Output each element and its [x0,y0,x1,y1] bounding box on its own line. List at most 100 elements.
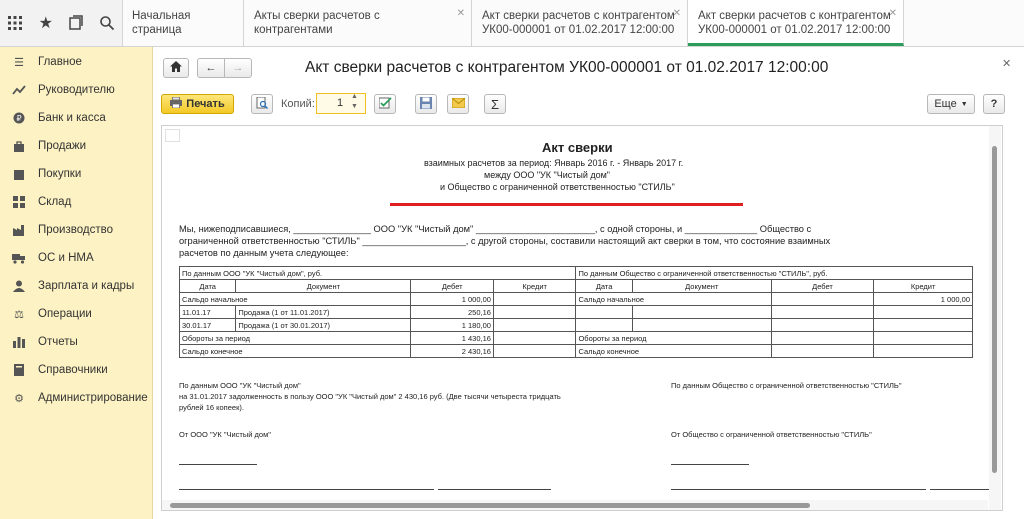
cell: Сальдо конечное [178,344,412,358]
cell: 1 000,00 [410,292,494,306]
horizontal-scroll-thumb[interactable] [170,503,810,508]
sidebar-item-label: Операции [38,308,92,320]
doc-paragraph-2: ограниченной ответственностью "СТИЛЬ" __… [179,236,831,246]
tab-reconciliation-act-2[interactable]: Акт сверки расчетов с контрагентом УК00-… [688,0,904,46]
from-left: От ООО "УК "Чистый дом" [179,430,271,439]
signature-line-right [671,464,749,465]
more-label: Еще [934,98,957,110]
sidebar-item-main[interactable]: ☰ Главное [12,53,82,71]
main-form: ← → Акт сверки расчетов с контрагентом У… [153,47,1024,519]
close-icon[interactable]: ✕ [1002,57,1011,70]
edit-button[interactable] [374,94,396,114]
sum-button[interactable]: Σ [484,94,506,114]
table-header-row: По данным ООО "УК "Чистый дом", руб. По … [178,266,973,280]
forward-button[interactable]: → [224,58,252,78]
sidebar-item-operations[interactable]: ⚖ Операции [12,305,92,323]
floppy-icon [420,96,432,112]
tab-home[interactable]: Начальная страница [122,0,244,46]
magnifier-page-icon [256,96,268,112]
table-row: 30.01.17 Продажа (1 от 30.01.2017) 1 180… [178,318,973,332]
name-line-left [438,489,551,490]
close-icon[interactable]: ✕ [457,7,465,21]
search-icon[interactable] [97,13,117,33]
horizontal-scrollbar[interactable] [162,500,988,510]
doc-subtitle-3: и Общество с ограниченной ответственност… [440,182,675,192]
sidebar-item-warehouse[interactable]: Склад [12,193,71,211]
cell: 30.01.17 [178,318,237,332]
sidebar-item-reports[interactable]: Отчеты [12,333,78,351]
warehouse-icon [12,195,26,209]
vertical-scroll-thumb[interactable] [992,146,997,473]
sidebar-item-bank[interactable]: ₽ Банк и касса [12,109,106,127]
save-button[interactable] [415,94,437,114]
stepper-down-icon[interactable]: ▼ [351,103,358,110]
sidebar-item-salary[interactable]: Зарплата и кадры [12,277,134,295]
top-icons: ★ [0,0,123,46]
footer-left-3: рублей 16 копеек). [179,403,244,412]
back-button[interactable]: ← [197,58,225,78]
chart-line-icon [12,83,26,97]
stepper-up-icon[interactable]: ▲ [351,93,358,100]
copies-value: 1 [337,97,344,109]
doc-paragraph-1: Мы, нижеподписавшиеся, _______________ О… [179,224,812,234]
people-icon [12,279,26,293]
table-row: Сальдо начальное 1 000,00 Сальдо начальн… [178,292,973,306]
close-icon[interactable]: ✕ [673,7,681,21]
copies-field[interactable]: 1 ▲ ▼ [316,93,366,114]
tab-reconciliation-acts[interactable]: Акты сверки расчетов с контрагентами ✕ [244,0,472,46]
tab-reconciliation-act-1[interactable]: Акт сверки расчетов с контрагентом УК00-… [472,0,688,46]
vertical-scrollbar[interactable] [989,126,1001,510]
more-button[interactable]: Еще ▼ [927,94,975,114]
sidebar-item-label: Администрирование [38,392,148,404]
sidebar-item-admin[interactable]: ⚙ Администрирование [12,389,148,407]
sidebar-item-purchases[interactable]: Покупки [12,165,81,183]
close-icon[interactable]: ✕ [889,7,897,21]
table-row: 11.01.17 Продажа (1 от 11.01.2017) 250,1… [178,305,973,319]
print-button[interactable]: Печать [161,94,234,114]
sidebar-item-directories[interactable]: Справочники [12,361,108,379]
email-button[interactable] [447,94,469,114]
sidebar-item-label: Руководителю [38,84,115,96]
cell: Сальдо конечное [575,344,772,358]
tab-label: Акт сверки расчетов с контрагентом [482,10,675,22]
history-icon[interactable] [66,13,86,33]
sidebar-item-sales[interactable]: Продажи [12,137,86,155]
help-label: ? [990,98,998,110]
signature-line-left [179,464,257,465]
top-bar: ★ Начальная страница Акты сверки расчето… [0,0,1024,47]
table-columns-row: Дата Документ Дебет Кредит Дата Документ… [178,279,973,293]
cell [873,331,973,345]
cell [492,344,577,358]
spreadsheet-document[interactable]: Акт сверки взаимных расчетов за период: … [161,125,1003,511]
sidebar-item-label: Продажи [38,140,87,152]
left-header: По данным ООО "УК "Чистый дом", руб. [178,266,577,280]
preview-button[interactable] [251,94,273,114]
sidebar-item-manager[interactable]: Руководителю [12,81,115,99]
tab-label: Акты сверки расчетов с контрагентами [254,10,380,36]
cell: 1 180,00 [410,318,494,332]
column-header: Документ [631,279,772,293]
arrow-left-icon: ← [205,62,217,74]
factory-icon [12,223,26,237]
cell [631,318,772,332]
position-line-left [179,489,434,490]
help-button[interactable]: ? [983,94,1005,114]
envelope-icon [451,97,465,111]
sidebar: ☰ Главное Руководителю ₽ Банк и касса Прод… [0,47,153,519]
column-header: Кредит [492,279,577,293]
sidebar-item-fixed-assets[interactable]: ОС и НМА [12,249,94,267]
cell: Обороты за период [575,331,772,345]
sidebar-item-production[interactable]: Производство [12,221,113,239]
svg-text:₽: ₽ [16,114,21,123]
cell: Обороты за период [178,331,412,345]
column-header: Кредит [873,279,973,293]
cell [873,305,973,319]
tab-label: Акт сверки расчетов с контрагентом [698,10,891,22]
star-icon[interactable]: ★ [36,13,56,33]
sidebar-item-label: Покупки [38,168,82,180]
cell: 2 430,16 [410,344,494,358]
footer-right-1: По данным Общество с ограниченной ответс… [671,381,902,390]
apps-grid-icon[interactable] [5,13,25,33]
home-button[interactable] [163,58,189,78]
from-right: От Общество с ограниченной ответственнос… [671,430,872,439]
